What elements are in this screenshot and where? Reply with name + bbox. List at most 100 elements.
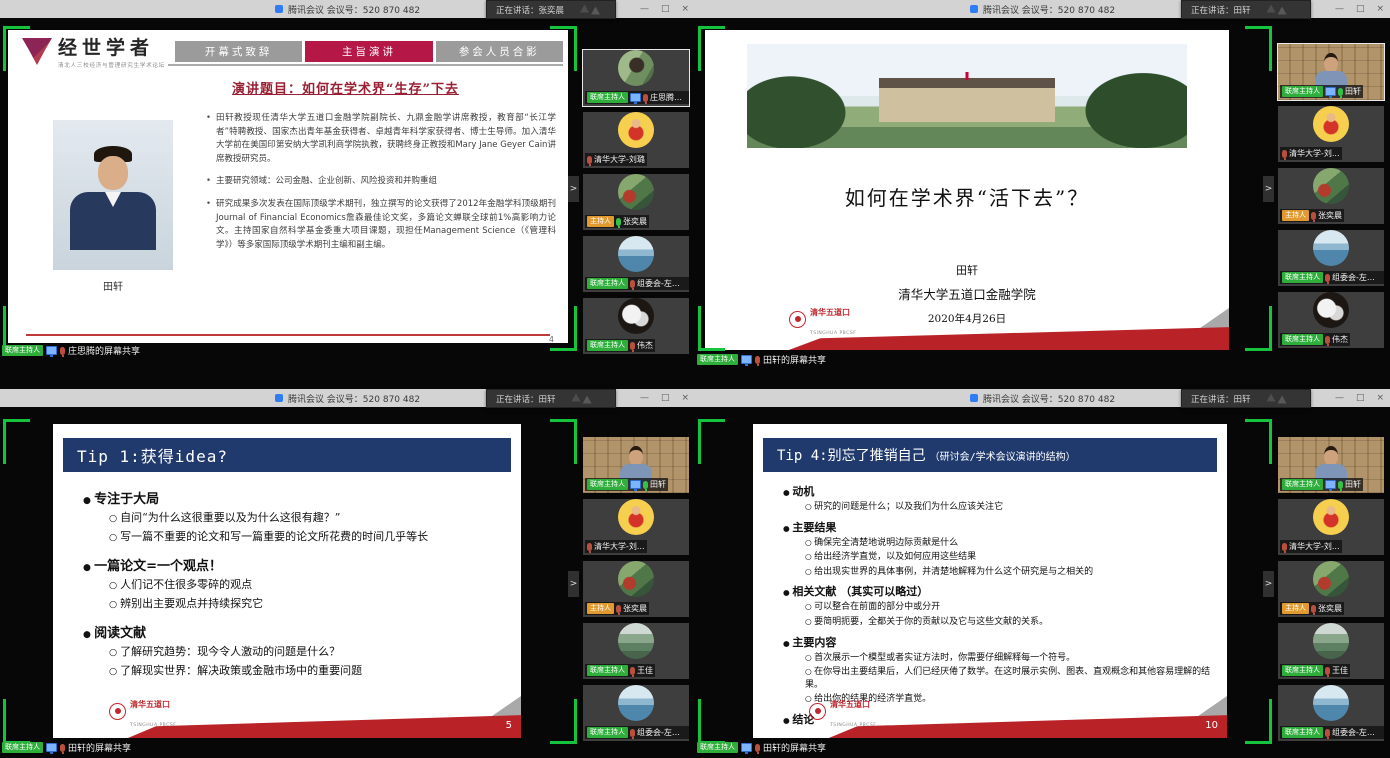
screen-share-status-bar: 联席主持人 田轩的屏幕共享 bbox=[2, 741, 131, 754]
participant-strip: 联席主持人田轩 清华大学-刘... 主持人张奕晨 联席主持人王佳 联席主持人组委… bbox=[1278, 437, 1384, 744]
participant-avatar bbox=[1313, 168, 1349, 204]
minimize-button[interactable]: — bbox=[1335, 393, 1344, 403]
share-label: 庄思腾的屏幕共享 bbox=[68, 344, 140, 357]
participant-name: 伟杰 bbox=[637, 340, 653, 351]
participant-tile[interactable]: 主持人张奕晨 bbox=[1278, 561, 1384, 617]
cohost-badge: 联席主持人 bbox=[587, 92, 628, 103]
tip-item: 给出现实世界的具体事例，并清楚地解释为什么这个研究是与之相关的 bbox=[805, 566, 1213, 579]
cohost-badge: 联席主持人 bbox=[2, 742, 43, 753]
cohost-badge: 联席主持人 bbox=[2, 345, 43, 356]
screen-share-status-bar: 联席主持人 庄思腾的屏幕共享 bbox=[2, 344, 140, 357]
participant-name: 张奕晨 bbox=[1318, 210, 1342, 221]
meeting-id-text: 腾讯会议 会议号：520 870 482 bbox=[288, 3, 420, 16]
share-frame-corner-icon bbox=[698, 306, 725, 351]
pbcsf-logo-sub: TSINGHUA PBCSF bbox=[830, 723, 876, 728]
participant-tile[interactable]: 清华大学-刘... bbox=[1278, 106, 1384, 162]
participant-tile[interactable]: 主持人张奕晨 bbox=[583, 174, 689, 230]
mic-icon bbox=[587, 156, 592, 164]
participant-name: 田轩 bbox=[1345, 479, 1361, 490]
maximize-button[interactable]: □ bbox=[661, 393, 670, 403]
participant-name: 庄思腾的屏幕... bbox=[650, 92, 687, 103]
participant-avatar bbox=[618, 236, 654, 272]
participant-tile[interactable]: 联席主持人王佳 bbox=[1278, 623, 1384, 679]
participant-tile[interactable]: 联席主持人伟杰 bbox=[1278, 292, 1384, 348]
maximize-button[interactable]: □ bbox=[1356, 4, 1365, 14]
participant-avatar bbox=[618, 50, 654, 86]
participant-name: 组委会-左文超 bbox=[1332, 272, 1382, 283]
participant-tile[interactable]: 主持人张奕晨 bbox=[1278, 168, 1384, 224]
bio-bullet: 主要研究领域：公司金融、企业创新、风险投资和并购重组 bbox=[204, 175, 556, 189]
close-button[interactable]: × bbox=[1376, 4, 1384, 14]
participant-name: 田轩 bbox=[1345, 86, 1361, 97]
pbcsf-emblem-icon bbox=[809, 703, 826, 720]
collapse-participants-chevron-icon[interactable]: > bbox=[568, 571, 579, 597]
participant-avatar bbox=[1313, 230, 1349, 266]
participant-avatar bbox=[618, 174, 654, 210]
tip-item: 主要内容 bbox=[783, 634, 1213, 650]
participant-strip: 联席主持人田轩 清华大学-刘... 主持人张奕晨 联席主持人组委会-左文超 联席… bbox=[1278, 44, 1384, 351]
maximize-button[interactable]: □ bbox=[661, 4, 670, 14]
screen-share-status-bar: 联席主持人 田轩的屏幕共享 bbox=[697, 741, 826, 754]
participant-tile[interactable]: 联席主持人组委会-左文超 bbox=[583, 236, 689, 292]
share-frame-corner-icon bbox=[550, 419, 577, 464]
participant-tile[interactable]: 联席主持人王佳 bbox=[583, 623, 689, 679]
slide-red-ribbon bbox=[705, 324, 1229, 350]
cohost-badge: 联席主持人 bbox=[587, 727, 628, 738]
mic-icon bbox=[60, 744, 65, 752]
tencent-meeting-icon bbox=[275, 5, 283, 13]
close-button[interactable]: × bbox=[681, 4, 689, 14]
shared-slide-tip4: Tip 4:别忘了推销自己 （研讨会/学术会议演讲的结构） 动机 研究的问题是什… bbox=[753, 424, 1227, 738]
slide-divider-line bbox=[26, 334, 550, 336]
share-frame-corner-icon bbox=[1245, 306, 1272, 351]
slide-header-subtitle: （研讨会/学术会议演讲的结构） bbox=[930, 448, 1076, 463]
minimize-button[interactable]: — bbox=[640, 393, 649, 403]
meeting-window-bottom-left: 腾讯会议 会议号：520 870 482 — □ × 正在讲话：田轩 Tip 1… bbox=[0, 379, 695, 758]
participant-tile[interactable]: 联席主持人组委会-左文超 bbox=[1278, 230, 1384, 286]
collapse-participants-chevron-icon[interactable]: > bbox=[1263, 176, 1274, 202]
tip-item: 研究的问题是什么；以及我们为什么应该关注它 bbox=[805, 501, 1213, 514]
slide-author: 田轩 bbox=[705, 262, 1229, 278]
mic-icon bbox=[630, 729, 635, 737]
mic-icon bbox=[1325, 729, 1330, 737]
participant-tile[interactable]: 联席主持人 庄思腾的屏幕... bbox=[583, 50, 689, 106]
tip-item: 一篇论文=一个观点！ bbox=[83, 555, 507, 574]
mic-icon bbox=[1338, 481, 1343, 489]
participant-tile[interactable]: 清华大学-刘... bbox=[583, 499, 689, 555]
close-button[interactable]: × bbox=[681, 393, 689, 403]
meeting-watermark-icon bbox=[1267, 394, 1287, 404]
speaking-indicator: 正在讲话：张奕晨 bbox=[486, 0, 616, 19]
pbcsf-logo: 清华五道口TSINGHUA PBCSF bbox=[109, 692, 176, 730]
collapse-participants-chevron-icon[interactable]: > bbox=[568, 176, 579, 202]
participant-avatar bbox=[618, 499, 654, 535]
minimize-button[interactable]: — bbox=[640, 4, 649, 14]
pbcsf-emblem-icon bbox=[789, 311, 806, 328]
minimize-button[interactable]: — bbox=[1335, 4, 1344, 14]
slide-header: Tip 1:获得idea? bbox=[63, 438, 511, 472]
participant-avatar bbox=[1313, 292, 1349, 328]
participant-tile[interactable]: 联席主持人田轩 bbox=[583, 437, 689, 493]
tab-group-photo: 参会人员合影 bbox=[436, 41, 563, 62]
participant-tile[interactable]: 联席主持人组委会-左文... bbox=[1278, 685, 1384, 741]
participant-tile[interactable]: 主持人张奕晨 bbox=[583, 561, 689, 617]
participant-tile[interactable]: 联席主持人田轩 bbox=[1278, 437, 1384, 493]
tip-list: 动机 研究的问题是什么；以及我们为什么应该关注它 主要结果 确保完全清楚地说明边… bbox=[783, 478, 1213, 728]
mic-icon bbox=[643, 94, 648, 102]
tencent-meeting-icon bbox=[275, 394, 283, 402]
participant-name: 组委会-左文... bbox=[1332, 727, 1382, 738]
participant-tile[interactable]: 清华大学-刘璐 bbox=[583, 112, 689, 168]
maximize-button[interactable]: □ bbox=[1356, 393, 1365, 403]
participant-tile[interactable]: 联席主持人伟杰 bbox=[583, 298, 689, 354]
participant-name: 组委会-左文超 bbox=[637, 278, 687, 289]
participant-tile[interactable]: 联席主持人田轩 bbox=[1278, 44, 1384, 100]
pbcsf-logo-sub: TSINGHUA PBCSF bbox=[810, 331, 856, 336]
close-button[interactable]: × bbox=[1376, 393, 1384, 403]
meeting-watermark-icon bbox=[572, 394, 592, 404]
mic-icon bbox=[1311, 605, 1316, 613]
collapse-participants-chevron-icon[interactable]: > bbox=[1263, 571, 1274, 597]
participant-tile[interactable]: 清华大学-刘... bbox=[1278, 499, 1384, 555]
pbcsf-emblem-icon bbox=[109, 703, 126, 720]
participant-avatar bbox=[1313, 685, 1349, 721]
slide-title: 演讲题目：如何在学术界“生存”下去 bbox=[232, 78, 459, 97]
tabs-underline bbox=[168, 64, 563, 66]
participant-tile[interactable]: 联席主持人组委会-左文... bbox=[583, 685, 689, 741]
